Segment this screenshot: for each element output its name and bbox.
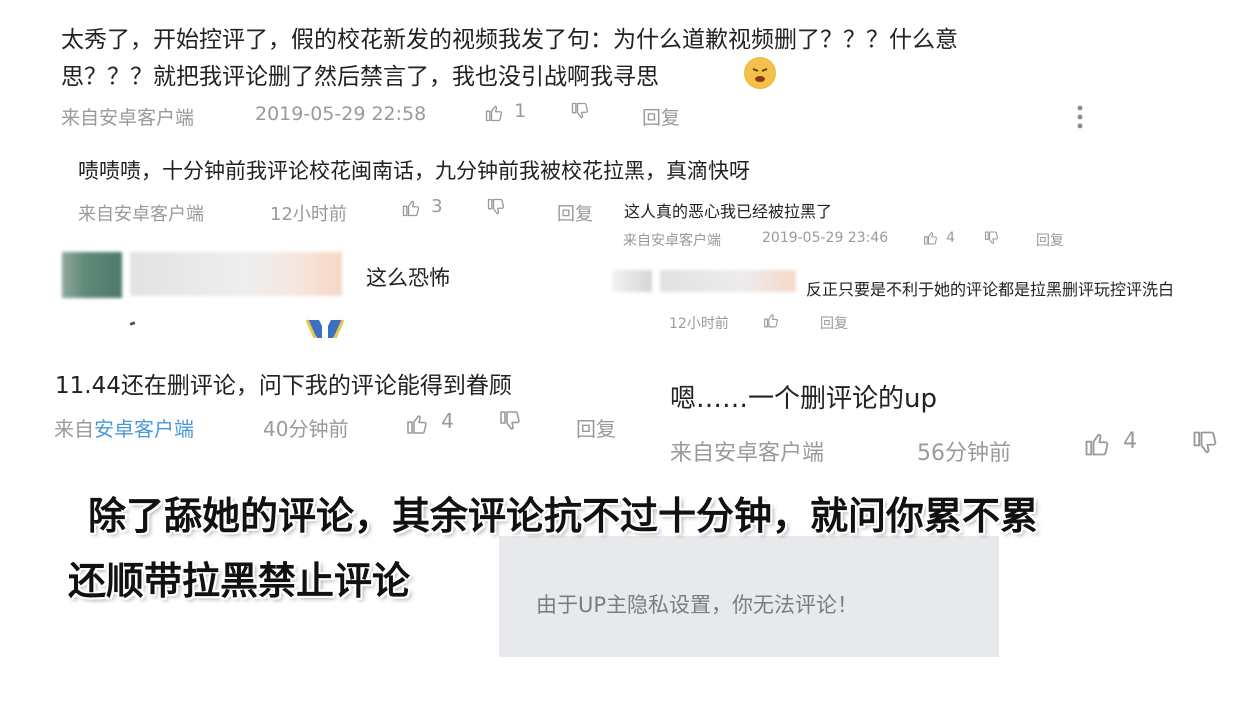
dislike-button[interactable]	[485, 196, 507, 217]
comment3-source: 来自安卓客户端	[623, 233, 721, 249]
comment7-text: 嗯……一个删评论的up	[670, 384, 937, 414]
comment5-time: 12小时前	[669, 316, 729, 332]
like-button[interactable]: 4	[404, 409, 454, 436]
source-link[interactable]: 安卓客户端	[94, 417, 194, 441]
like-button[interactable]: 3	[400, 196, 443, 218]
thumb-up-icon	[762, 312, 780, 329]
like-button[interactable]: 4	[922, 227, 955, 246]
like-count: 4	[441, 409, 454, 433]
badge-icon	[305, 318, 351, 340]
reply-button[interactable]: 回复	[1036, 230, 1064, 250]
comment3-text: 这人真的恶心我已经被拉黑了	[622, 198, 835, 222]
comment7-source: 来自安卓客户端	[670, 441, 825, 466]
comment2-source: 来自安卓客户端	[78, 204, 204, 225]
thumb-down-icon	[1190, 429, 1220, 457]
comment3-time: 2019-05-29 23:46	[762, 230, 889, 246]
reply-button[interactable]: 回复	[642, 103, 680, 130]
notice-text: 由于UP主隐私设置，你无法评论！	[536, 593, 859, 617]
comment1-line1: 太秀了，开始控评了，假的校花新发的视频我发了句：为什么道歉视频删了？？？什么意	[61, 27, 958, 53]
reply-button[interactable]: 回复	[576, 413, 616, 442]
dislike-button[interactable]	[497, 409, 523, 433]
thumb-up-icon	[404, 412, 430, 436]
blurred-avatar	[612, 270, 652, 292]
thumb-up-icon	[400, 198, 422, 218]
comment2-text: 啧啧啧，十分钟前我评论校花闽南话，九分钟前我被校花拉黑，真滴快呀	[78, 159, 750, 183]
reply-button[interactable]: 回复	[820, 313, 848, 333]
like-count: 4	[946, 230, 956, 246]
thumb-up-icon	[1082, 430, 1112, 458]
comment7-time: 56分钟前	[917, 441, 1011, 466]
comment1-line2: 思？？？就把我评论删了然后禁言了，我也没引战啊我寻思	[61, 64, 659, 90]
small-dot	[129, 321, 136, 326]
blurred-avatar	[62, 252, 122, 298]
comment1-source: 来自安卓客户端	[61, 107, 195, 129]
reply-button[interactable]: 回复	[557, 200, 593, 226]
blurred-username	[660, 270, 796, 292]
like-count: 4	[1123, 429, 1138, 454]
thumb-up-icon	[483, 103, 505, 123]
like-button[interactable]: 1	[483, 100, 526, 123]
thumb-down-icon	[485, 197, 507, 217]
thumb-down-icon	[569, 101, 591, 121]
comment5-text: 反正只要是不利于她的评论都是拉黑删评玩控评洗白	[806, 280, 1175, 299]
source-prefix: 来自	[54, 417, 94, 441]
caption-line2: 还顺带拉黑禁止评论	[68, 559, 411, 603]
thumb-down-icon	[497, 409, 523, 433]
like-button[interactable]: 4	[1082, 429, 1137, 458]
comment4-text: 这么恐怖	[366, 266, 450, 290]
comment6-source: 来自安卓客户端	[54, 413, 194, 442]
comment1-time: 2019-05-29 22:58	[255, 103, 427, 125]
comment-disabled-notice: 由于UP主隐私设置，你无法评论！	[499, 536, 999, 657]
dislike-button[interactable]	[983, 227, 1000, 246]
emoji-icon	[744, 57, 776, 89]
like-button[interactable]	[762, 310, 780, 329]
comment6-text: 11.44还在删评论，问下我的评论能得到眷顾	[55, 373, 512, 399]
comment6-time: 40分钟前	[263, 417, 349, 441]
more-icon[interactable]	[1076, 104, 1084, 130]
dislike-button[interactable]	[1190, 429, 1220, 457]
blurred-username	[130, 252, 342, 296]
thumb-up-icon	[922, 230, 939, 246]
thumb-down-icon	[983, 230, 1000, 246]
caption-line1: 除了舔她的评论，其余评论抗不过十分钟，就问你累不累	[88, 494, 1039, 538]
comment2-time: 12小时前	[270, 204, 347, 225]
like-count: 1	[514, 100, 527, 122]
like-count: 3	[431, 196, 443, 217]
dislike-button[interactable]	[569, 100, 591, 121]
